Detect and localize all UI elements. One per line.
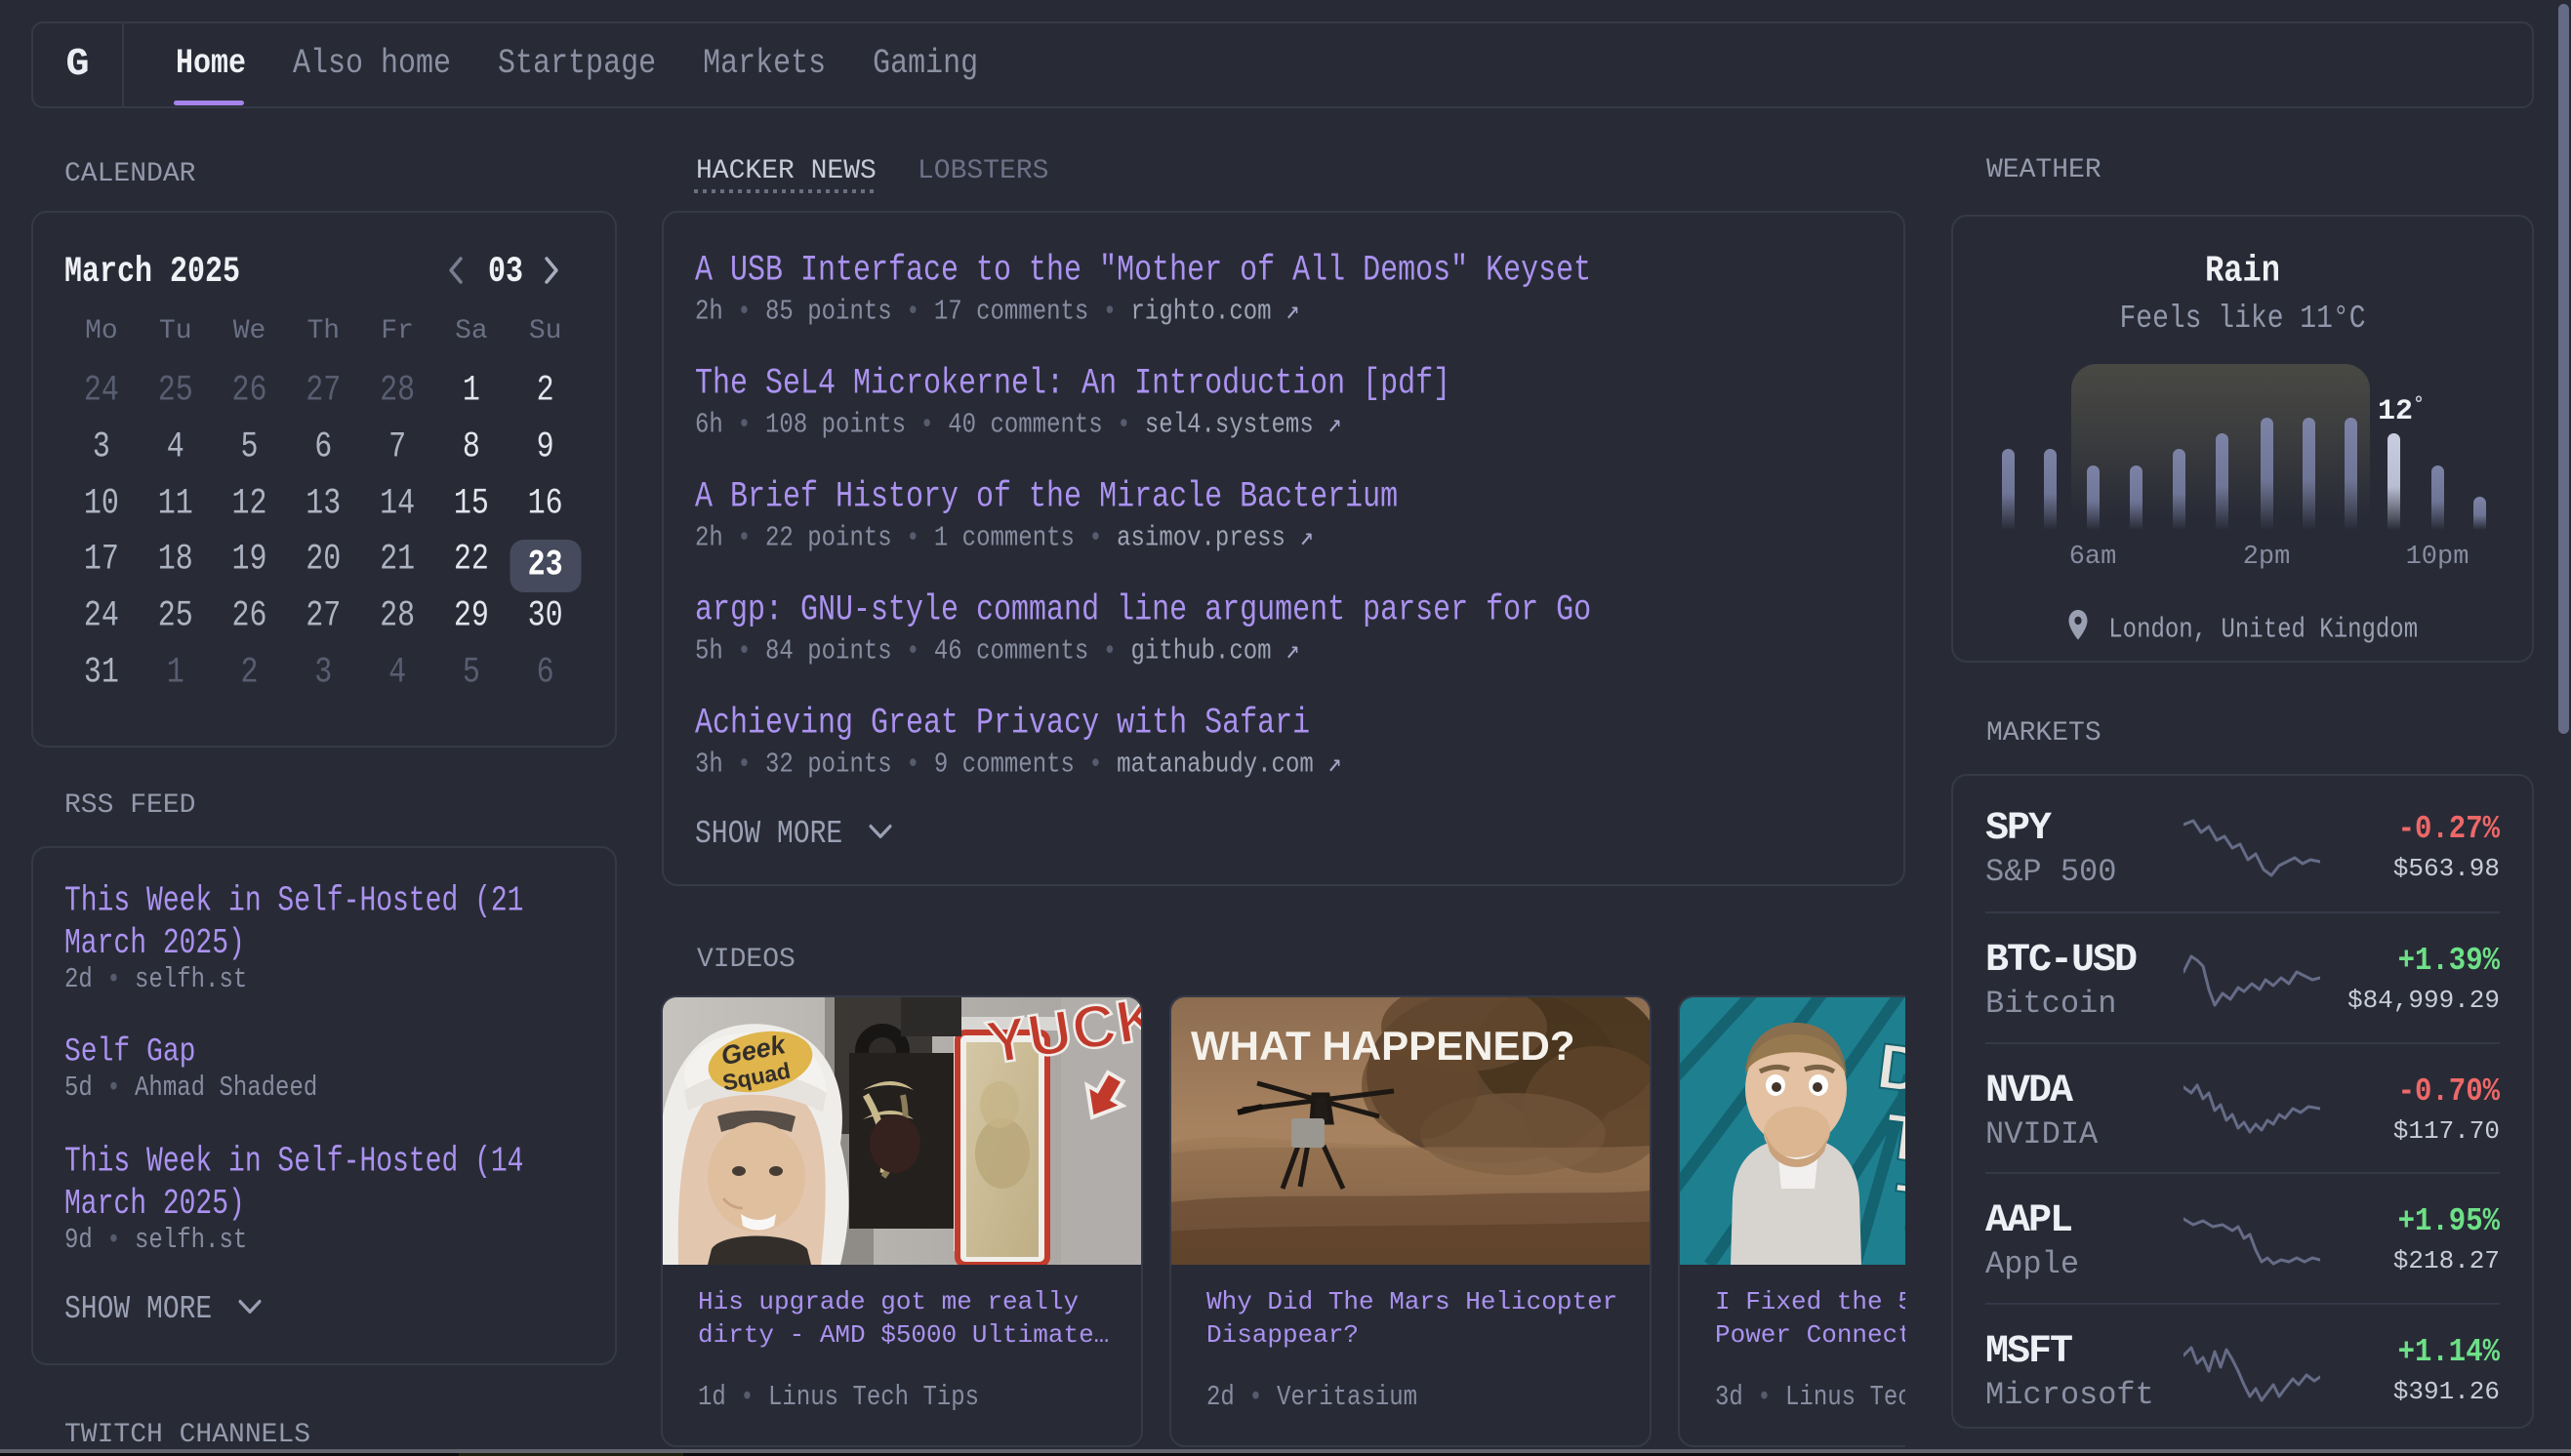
svg-text:WHAT HAPPENED?: WHAT HAPPENED? [1191, 1023, 1575, 1069]
